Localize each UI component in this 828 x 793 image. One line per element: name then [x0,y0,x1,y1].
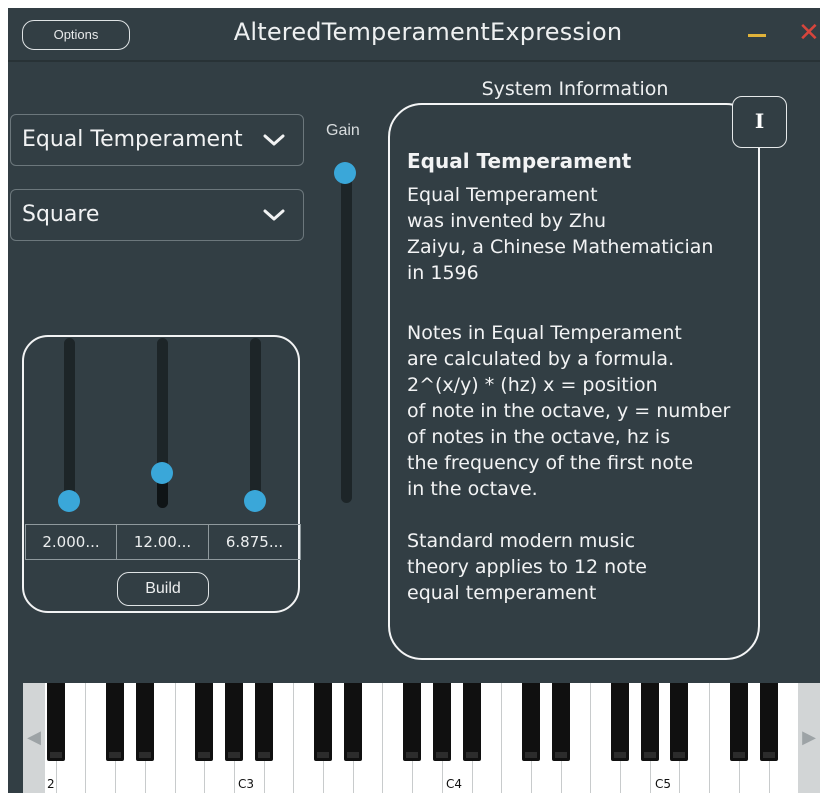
slider-3-value[interactable]: 6.875... [208,524,301,560]
scroll-right-icon[interactable]: ▶ [798,683,820,793]
waveform-dropdown[interactable]: Square [10,189,304,241]
slider-3-thumb[interactable] [244,490,266,512]
black-key[interactable] [224,683,243,761]
title-bar: Options AlteredTemperamentExpression ✕ [8,8,820,62]
black-key[interactable] [254,683,273,761]
info-content: Equal Temperament Equal Temperament was … [407,148,752,632]
black-key[interactable] [521,683,540,761]
slider-2-thumb[interactable] [151,462,173,484]
black-key[interactable] [729,683,748,761]
black-key[interactable] [403,683,422,761]
slider-1-track[interactable] [64,338,75,508]
black-key[interactable] [551,683,570,761]
scroll-left-icon[interactable]: ◀ [23,683,45,793]
slider-2-value[interactable]: 12.00... [116,524,209,560]
black-key[interactable] [314,683,332,761]
black-key[interactable] [640,683,659,761]
info-icon[interactable]: I [732,96,787,148]
chevron-down-icon [263,190,285,259]
close-icon[interactable]: ✕ [798,18,820,48]
gain-label: Gain [326,122,360,139]
slider-1-thumb[interactable] [58,490,80,512]
minimize-icon[interactable] [748,34,766,37]
black-key[interactable] [432,683,451,761]
black-key[interactable] [195,683,214,761]
black-key[interactable] [462,683,481,761]
temperament-dropdown[interactable]: Equal Temperament [10,114,304,166]
gain-slider-thumb[interactable] [334,162,356,184]
black-key[interactable] [46,683,65,761]
info-paragraph-2: Notes in Equal Temperament are calculate… [407,322,731,500]
piano-keyboard[interactable]: ◀ ▶ 2 C3 C4 C5 [23,683,820,793]
build-button[interactable]: Build [117,572,209,606]
temperament-value: Equal Temperament [22,127,243,152]
plugin-window: Options AlteredTemperamentExpression ✕ E… [8,8,820,793]
window-title: AlteredTemperamentExpression [233,18,623,46]
slider-3-track[interactable] [250,338,261,508]
info-paragraph-3: Standard modern music theory applies to … [407,530,647,604]
black-key[interactable] [611,683,629,761]
chevron-down-icon [263,115,285,184]
options-button[interactable]: Options [22,20,130,50]
system-information-title: System Information [481,78,669,100]
gain-slider-track[interactable] [341,173,352,503]
black-key[interactable] [343,683,362,761]
waveform-value: Square [22,202,100,227]
black-key[interactable] [759,683,778,761]
black-key[interactable] [670,683,689,761]
black-key[interactable] [135,683,154,761]
black-key[interactable] [106,683,125,761]
info-paragraph-1: Equal Temperament was invented by Zhu Za… [407,184,714,284]
info-heading: Equal Temperament [407,149,632,173]
slider-1-value[interactable]: 2.000... [25,524,117,560]
